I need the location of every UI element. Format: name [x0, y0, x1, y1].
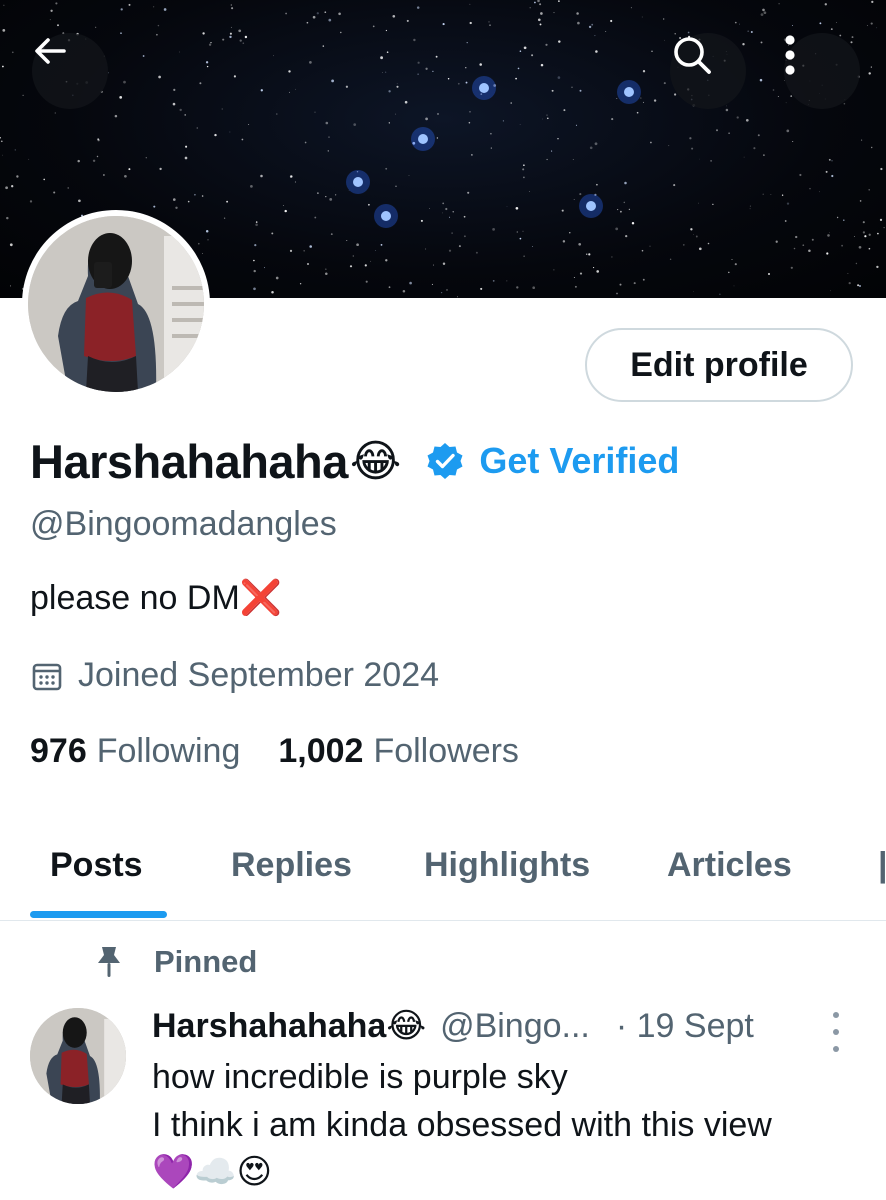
tab-overflow-partial[interactable]: | [878, 846, 886, 885]
post-text-line-1: how incredible is purple sky [152, 1058, 568, 1096]
followers-count: 1,002 [278, 732, 364, 770]
tab-articles[interactable]: Articles [667, 846, 792, 885]
followers-label: Followers [373, 732, 519, 770]
active-tab-indicator [30, 911, 167, 918]
verified-badge-icon[interactable] [425, 441, 465, 481]
get-verified-link[interactable]: Get Verified [479, 440, 679, 482]
display-name: Harshahahaha [30, 434, 348, 488]
post-author-handle[interactable]: @Bingo... [440, 1007, 590, 1046]
pinned-text: Pinned [154, 944, 258, 979]
post-author-avatar[interactable] [30, 1008, 126, 1104]
pinned-label-row: Pinned [94, 944, 257, 980]
post-text-line-3: 💜☁️😍 [152, 1153, 273, 1191]
joined-date: Joined September 2024 [30, 656, 439, 695]
post-timestamp[interactable]: · 19 Sept [616, 1007, 754, 1046]
profile-tabs: Posts Replies Highlights Articles | [0, 820, 886, 921]
search-button[interactable] [670, 33, 746, 109]
follow-stats: 976 Following 1,002 Followers [30, 732, 557, 771]
back-button[interactable] [32, 33, 108, 109]
edit-profile-button[interactable]: Edit profile [585, 328, 853, 402]
following-link[interactable]: 976 Following [30, 732, 240, 771]
tab-highlights[interactable]: Highlights [424, 846, 590, 885]
more-options-button[interactable] [784, 33, 860, 109]
following-count: 976 [30, 732, 87, 770]
more-vertical-icon [785, 35, 795, 75]
followers-link[interactable]: 1,002 Followers [278, 732, 519, 771]
pin-icon [94, 945, 124, 979]
profile-handle: @Bingoomadangles [30, 505, 337, 543]
post-author-name[interactable]: Harshahahaha [152, 1007, 386, 1046]
post-author-emoji: 😂 [386, 1007, 427, 1045]
post-header: Harshahahaha 😂 @Bingo... · 19 Sept [152, 1006, 754, 1046]
arrow-left-icon [35, 38, 66, 64]
profile-name-row: Harshahahaha 😂 Get Verified [30, 426, 679, 496]
profile-avatar[interactable] [22, 210, 210, 398]
tab-replies[interactable]: Replies [231, 846, 352, 885]
profile-bio: please no DM❌ [30, 579, 283, 617]
joined-text: Joined September 2024 [78, 656, 440, 694]
tears-of-joy-emoji: 😂 [349, 436, 402, 486]
avatar-image [28, 216, 204, 392]
calendar-icon [32, 663, 62, 690]
post-text-line-2: I think i am kinda obsessed with this vi… [152, 1106, 772, 1144]
tab-posts[interactable]: Posts [50, 846, 143, 885]
following-label: Following [96, 732, 241, 770]
post-more-icon[interactable] [822, 1012, 850, 1052]
search-icon [674, 37, 711, 74]
